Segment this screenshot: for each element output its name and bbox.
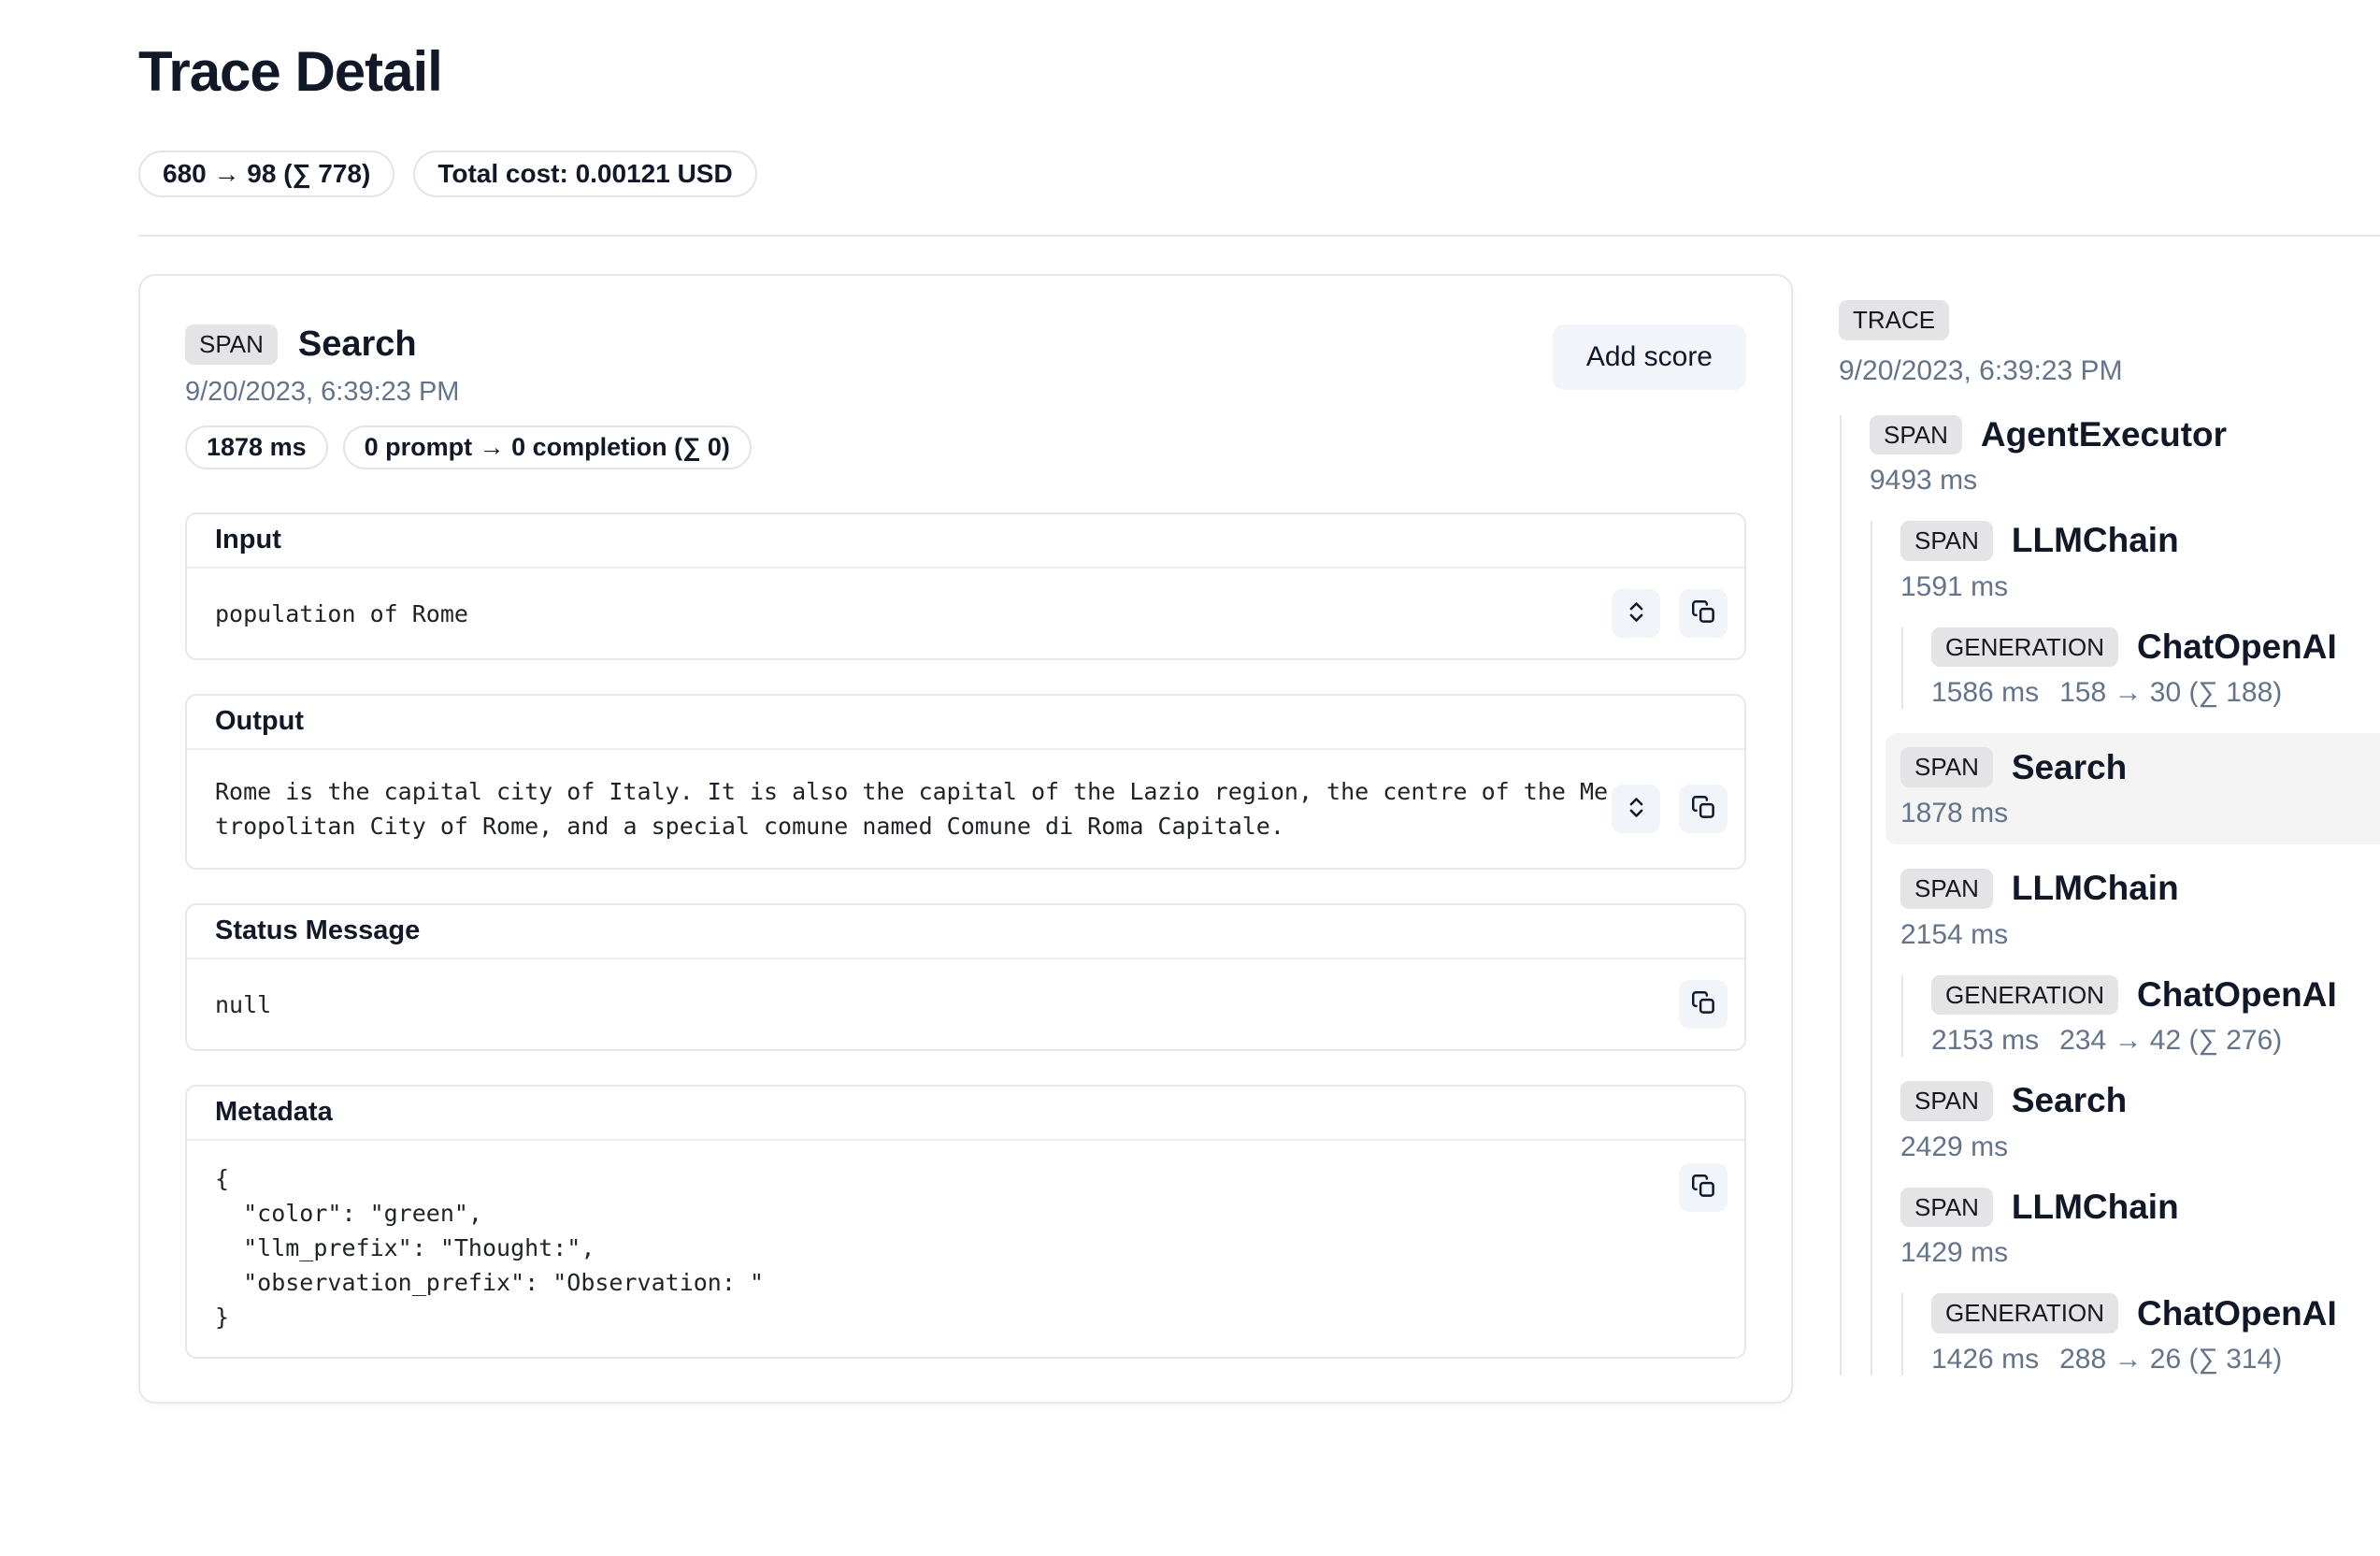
node-token-usage: 234 → 42 (∑ 276) <box>2059 1025 2282 1057</box>
node-type-badge: SPAN <box>1900 747 1993 787</box>
output-section: Output Rome is the capital city of Italy… <box>185 694 1746 870</box>
tree-node-search-2[interactable]: SPAN Search 2429 ms <box>1900 1081 2380 1163</box>
status-message-content: null <box>215 987 271 1022</box>
node-title: AgentExecutor <box>1981 415 2227 454</box>
node-type-badge: GENERATION <box>1931 975 2118 1016</box>
metadata-label: Metadata <box>187 1087 1744 1141</box>
status-message-section: Status Message null <box>185 903 1746 1051</box>
output-copy-button[interactable] <box>1679 785 1728 833</box>
tree-node-trace[interactable]: TRACE 9/20/2023, 6:39:23 PM <box>1839 300 2380 387</box>
node-title: Search <box>2012 748 2127 787</box>
node-type-badge: GENERATION <box>1931 1293 2118 1333</box>
node-duration: 9493 ms <box>1870 465 1977 497</box>
node-title: LLMChain <box>2012 1188 2179 1227</box>
node-duration: 2153 ms <box>1931 1025 2039 1057</box>
node-duration: 1426 ms <box>1931 1344 2039 1376</box>
span-token-usage-badge: 0 prompt → 0 completion (∑ 0) <box>343 425 752 469</box>
metadata-section: Metadata { "color": "green", "llm_prefix… <box>185 1085 1746 1359</box>
metadata-content: { "color": "green", "llm_prefix": "Thoug… <box>215 1161 764 1334</box>
trace-timestamp: 9/20/2023, 6:39:23 PM <box>1839 355 2380 387</box>
node-type-badge: SPAN <box>1870 415 1962 455</box>
status-message-label: Status Message <box>187 905 1744 959</box>
llmchain-1-children: GENERATION ChatOpenAI 1586 ms 158 → 30 (… <box>1901 627 2380 710</box>
metadata-line: "llm_prefix": "Thought:", <box>215 1231 764 1265</box>
node-duration: 1591 ms <box>1900 571 2008 603</box>
trace-tree-sidebar: TRACE 9/20/2023, 6:39:23 PM SPAN AgentEx… <box>1839 274 2380 1400</box>
output-expand-button[interactable] <box>1612 785 1660 833</box>
node-title: Search <box>2012 1081 2127 1120</box>
tree-node-chatopenai-3[interactable]: GENERATION ChatOpenAI 1426 ms 288 → 26 (… <box>1931 1293 2380 1376</box>
output-section-label: Output <box>187 696 1744 750</box>
metadata-line: } <box>215 1300 764 1334</box>
metadata-copy-button[interactable] <box>1679 1163 1728 1212</box>
llmchain-3-children: GENERATION ChatOpenAI 1426 ms 288 → 26 (… <box>1901 1293 2380 1376</box>
node-title: LLMChain <box>2012 521 2179 560</box>
trace-type-badge: TRACE <box>1839 300 1949 340</box>
page-title: Trace Detail <box>138 39 2380 104</box>
node-title: ChatOpenAI <box>2137 627 2337 667</box>
node-duration: 1878 ms <box>1900 798 2008 829</box>
trace-detail-page: Trace Detail 680 → 98 (∑ 778) Total cost… <box>0 39 2380 1404</box>
trace-total-cost-badge: Total cost: 0.00121 USD <box>413 151 756 197</box>
metadata-line: "observation_prefix": "Observation: " <box>215 1265 764 1300</box>
node-duration: 2429 ms <box>1900 1131 2008 1163</box>
tree-node-search-1[interactable]: SPAN Search 1878 ms <box>1885 733 2380 844</box>
node-token-usage: 288 → 26 (∑ 314) <box>2059 1344 2282 1376</box>
tree-node-llmchain-2[interactable]: SPAN LLMChain 2154 ms <box>1900 869 2380 951</box>
chevrons-up-down-icon <box>1624 795 1649 823</box>
chevrons-up-down-icon <box>1624 599 1649 627</box>
metadata-line: "color": "green", <box>215 1196 764 1231</box>
node-duration: 1429 ms <box>1900 1237 2008 1269</box>
node-token-usage: 158 → 30 (∑ 188) <box>2059 677 2282 709</box>
trace-token-usage-badge: 680 → 98 (∑ 778) <box>138 151 394 197</box>
span-timestamp: 9/20/2023, 6:39:23 PM <box>185 377 752 408</box>
span-header-info: SPAN Search 9/20/2023, 6:39:23 PM 1878 m… <box>185 324 752 469</box>
input-section-label: Input <box>187 514 1744 569</box>
node-title: ChatOpenAI <box>2137 975 2337 1015</box>
metadata-line: { <box>215 1161 764 1196</box>
span-detail-card: SPAN Search 9/20/2023, 6:39:23 PM 1878 m… <box>138 274 1793 1404</box>
node-type-badge: GENERATION <box>1931 627 2118 668</box>
copy-icon <box>1691 795 1716 823</box>
input-copy-button[interactable] <box>1679 589 1728 638</box>
trace-children: SPAN AgentExecutor 9493 ms SPAN LLMChain… <box>1840 415 2380 1376</box>
input-content: population of Rome <box>215 597 468 631</box>
tree-node-chatopenai-2[interactable]: GENERATION ChatOpenAI 2153 ms 234 → 42 (… <box>1931 975 2380 1058</box>
input-expand-button[interactable] <box>1612 589 1660 638</box>
tree-node-llmchain-3[interactable]: SPAN LLMChain 1429 ms <box>1900 1188 2380 1270</box>
status-copy-button[interactable] <box>1679 980 1728 1029</box>
node-type-badge: SPAN <box>1900 1081 1993 1121</box>
input-section: Input population of Rome <box>185 512 1746 660</box>
node-title: LLMChain <box>2012 869 2179 908</box>
trace-summary-badges: 680 → 98 (∑ 778) Total cost: 0.00121 USD <box>138 151 2380 197</box>
copy-icon <box>1691 1174 1716 1202</box>
span-title: Search <box>298 324 417 365</box>
node-duration: 1586 ms <box>1931 677 2039 709</box>
add-score-button[interactable]: Add score <box>1553 324 1746 390</box>
copy-icon <box>1691 599 1716 627</box>
node-type-badge: SPAN <box>1900 1188 1993 1228</box>
tree-node-agentexecutor[interactable]: SPAN AgentExecutor 9493 ms <box>1870 415 2380 497</box>
agentexecutor-children: SPAN LLMChain 1591 ms GENERATION ChatOpe… <box>1871 521 2380 1376</box>
copy-icon <box>1691 990 1716 1018</box>
span-latency-badge: 1878 ms <box>185 425 328 469</box>
tree-node-llmchain-1[interactable]: SPAN LLMChain 1591 ms <box>1900 521 2380 603</box>
node-duration: 2154 ms <box>1900 919 2008 951</box>
output-line: tropolitan City of Rome, and a special c… <box>215 809 1608 843</box>
node-type-badge: SPAN <box>1900 869 1993 909</box>
span-type-badge: SPAN <box>185 324 278 365</box>
llmchain-2-children: GENERATION ChatOpenAI 2153 ms 234 → 42 (… <box>1901 975 2380 1058</box>
node-title: ChatOpenAI <box>2137 1294 2337 1333</box>
tree-node-chatopenai-1[interactable]: GENERATION ChatOpenAI 1586 ms 158 → 30 (… <box>1931 627 2380 710</box>
output-line: Rome is the capital city of Italy. It is… <box>215 774 1608 809</box>
node-type-badge: SPAN <box>1900 521 1993 561</box>
output-content: Rome is the capital city of Italy. It is… <box>215 774 1608 843</box>
header-divider <box>138 235 2380 237</box>
